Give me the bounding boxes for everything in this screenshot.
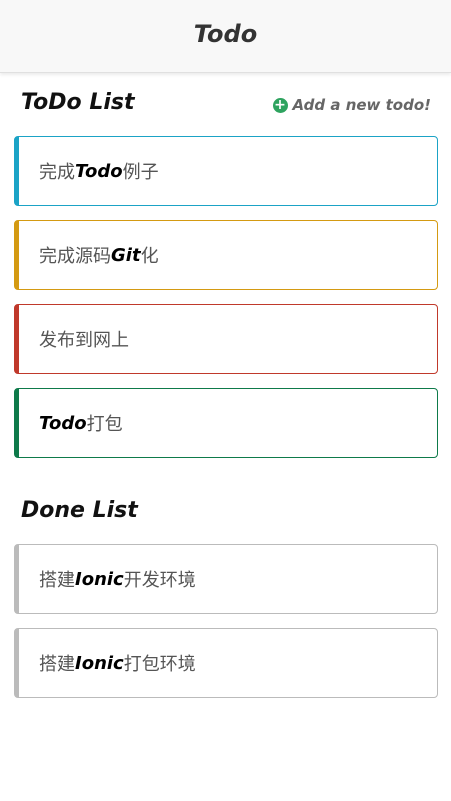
plus-circle-icon: + xyxy=(272,97,288,113)
todo-item-text-suffix: 化 xyxy=(140,246,159,267)
todo-item-text-keyword: Git xyxy=(111,244,141,266)
done-item-text-keyword: Ionic xyxy=(75,568,124,590)
add-todo-label: Add a new todo! xyxy=(292,96,431,114)
todo-item-text-prefix: 完成 xyxy=(39,162,75,183)
todo-item-2[interactable]: 完成源码 Git 化 xyxy=(14,220,438,290)
todo-item-text-keyword: Todo xyxy=(39,412,87,434)
todo-item-text-suffix: 打包 xyxy=(86,414,123,435)
done-item-2[interactable]: 搭建 Ionic 打包环境 xyxy=(14,628,438,698)
todo-list-title: ToDo List xyxy=(21,90,135,115)
done-item-text-keyword: Ionic xyxy=(75,652,124,674)
done-item-1[interactable]: 搭建 Ionic 开发环境 xyxy=(14,544,438,614)
todo-item-text-suffix: 例子 xyxy=(122,162,159,183)
todo-item-3[interactable]: 发布到网上 xyxy=(14,304,438,374)
add-todo-button[interactable]: + Add a new todo! xyxy=(272,94,431,116)
todo-item-text-keyword: Todo xyxy=(75,160,123,182)
todo-item-text-prefix: 完成源码 xyxy=(39,246,111,267)
todo-item-4[interactable]: Todo 打包 xyxy=(14,388,438,458)
done-item-text-suffix: 开发环境 xyxy=(123,570,196,591)
done-item-text-prefix: 搭建 xyxy=(39,654,75,675)
done-item-text-prefix: 搭建 xyxy=(39,570,75,591)
todo-item-text-prefix: 发布到网上 xyxy=(39,330,129,351)
done-list-title: Done List xyxy=(21,498,138,523)
app-title: Todo xyxy=(193,20,258,48)
done-item-text-suffix: 打包环境 xyxy=(123,654,196,675)
header-bar: Todo xyxy=(0,0,451,73)
todo-item-1[interactable]: 完成 Todo 例子 xyxy=(14,136,438,206)
